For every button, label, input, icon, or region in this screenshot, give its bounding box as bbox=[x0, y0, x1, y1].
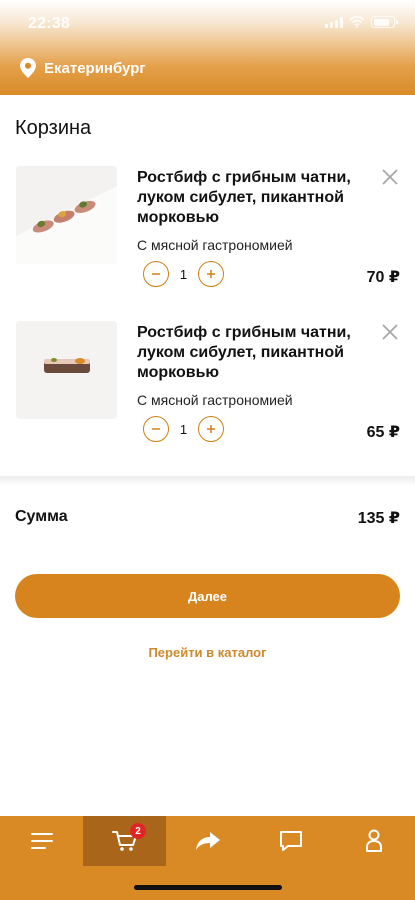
tab-share[interactable] bbox=[166, 816, 249, 866]
increase-button[interactable] bbox=[198, 416, 224, 442]
remove-item-button[interactable] bbox=[379, 166, 401, 188]
sum-label: Сумма bbox=[15, 508, 68, 525]
tab-menu[interactable] bbox=[0, 816, 83, 866]
menu-icon bbox=[30, 833, 53, 849]
quantity-value: 1 bbox=[179, 421, 188, 437]
cart-item: Ростбиф с грибным чатни, луком сибулет, … bbox=[0, 321, 415, 456]
battery-icon bbox=[371, 16, 398, 28]
page-title: Корзина bbox=[15, 117, 92, 139]
status-time: 22:38 bbox=[28, 15, 70, 32]
divider bbox=[0, 476, 415, 486]
item-price: 65 ₽ bbox=[366, 424, 400, 441]
product-image[interactable] bbox=[16, 166, 117, 264]
decrease-button[interactable] bbox=[143, 416, 169, 442]
tab-profile[interactable] bbox=[332, 816, 415, 866]
share-icon bbox=[195, 832, 220, 850]
status-icons bbox=[325, 16, 398, 28]
signal-icon bbox=[325, 16, 343, 28]
tab-chat[interactable] bbox=[249, 816, 332, 866]
quantity-value: 1 bbox=[179, 266, 188, 282]
cart-item: Ростбиф с грибным чатни, луком сибулет, … bbox=[0, 166, 415, 301]
wifi-icon bbox=[349, 16, 365, 28]
item-name: Ростбиф с грибным чатни, луком сибулет, … bbox=[137, 169, 351, 226]
chat-icon bbox=[279, 831, 302, 851]
quantity-stepper: 1 bbox=[143, 416, 224, 442]
status-bar: 22:38 bbox=[0, 0, 415, 46]
item-category: С мясной гастрономией bbox=[137, 237, 293, 253]
sum-value: 135 ₽ bbox=[357, 510, 400, 527]
plus-icon bbox=[207, 270, 215, 278]
close-icon bbox=[382, 324, 398, 340]
next-button[interactable]: Далее bbox=[15, 574, 400, 618]
profile-icon bbox=[365, 829, 382, 852]
increase-button[interactable] bbox=[198, 261, 224, 287]
catalog-link[interactable]: Перейти в каталог bbox=[0, 645, 415, 660]
item-name: Ростбиф с грибным чатни, луком сибулет, … bbox=[137, 324, 351, 381]
remove-item-button[interactable] bbox=[379, 321, 401, 343]
product-image[interactable] bbox=[16, 321, 117, 419]
plus-icon bbox=[207, 425, 215, 433]
close-icon bbox=[382, 169, 398, 185]
minus-icon bbox=[152, 428, 160, 430]
item-price: 70 ₽ bbox=[366, 269, 400, 286]
tab-cart[interactable]: 2 bbox=[83, 816, 166, 866]
location-selector[interactable]: Екатеринбург bbox=[20, 58, 146, 78]
location-pin-icon bbox=[20, 58, 36, 78]
header: 22:38 Екатеринбург bbox=[0, 0, 415, 95]
quantity-stepper: 1 bbox=[143, 261, 224, 287]
cart-badge: 2 bbox=[130, 823, 146, 839]
item-category: С мясной гастрономией bbox=[137, 392, 293, 408]
location-label: Екатеринбург bbox=[44, 59, 146, 77]
minus-icon bbox=[152, 273, 160, 275]
home-indicator bbox=[134, 885, 282, 890]
decrease-button[interactable] bbox=[143, 261, 169, 287]
